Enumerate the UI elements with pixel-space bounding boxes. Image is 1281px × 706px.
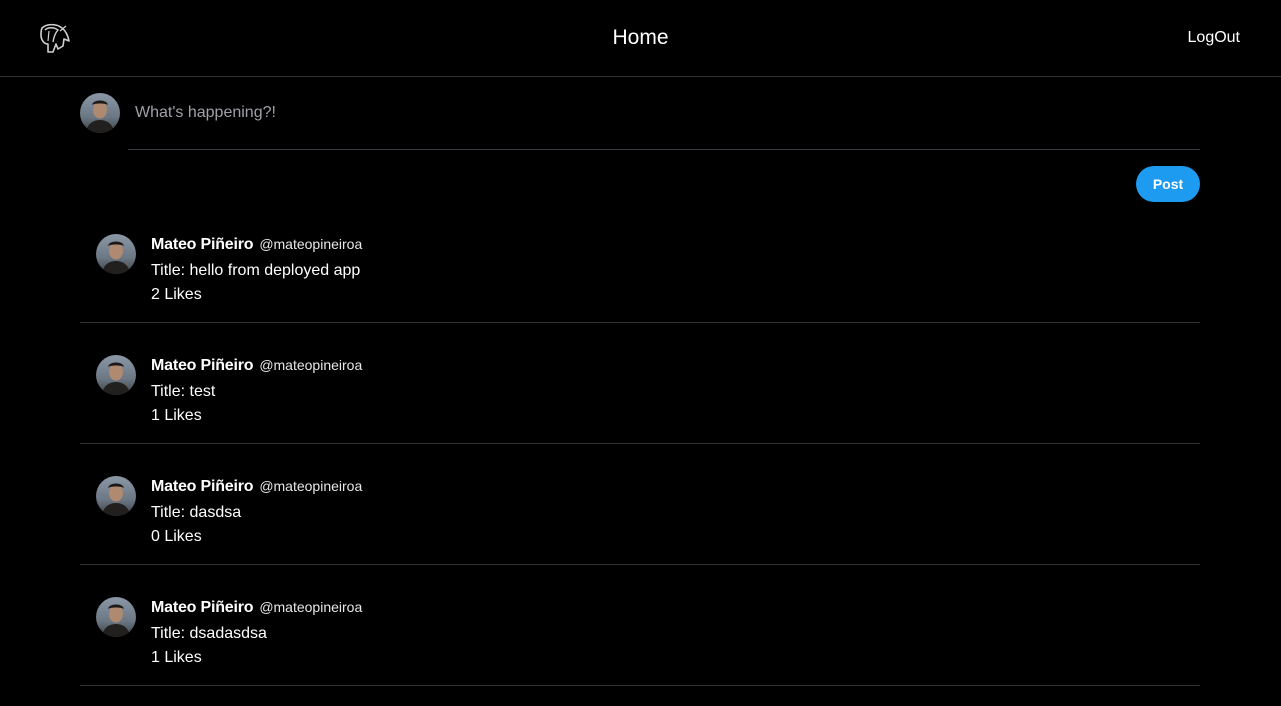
post-header: Mateo Piñeiro @mateopineiroa [151,599,362,617]
avatar[interactable] [96,234,136,274]
post-header: Mateo Piñeiro @mateopineiroa [151,236,362,254]
avatar[interactable] [80,93,120,133]
author-name[interactable]: Mateo Piñeiro [151,599,254,616]
logout-button[interactable]: LogOut [1188,28,1240,48]
post-title: Title: test [151,383,216,400]
likes-count[interactable]: 2 Likes [151,285,202,305]
avatar[interactable] [96,355,136,395]
likes-count[interactable]: 1 Likes [151,648,202,668]
post-title: Title: dsadasdsa [151,625,267,642]
post-title: Title: hello from deployed app [151,262,361,279]
likes-count[interactable]: 0 Likes [151,527,202,547]
post-input[interactable] [128,93,1200,150]
author-handle[interactable]: @mateopineiroa [259,236,362,252]
post-title: Title: dasdsa [151,504,242,521]
avatar[interactable] [96,597,136,637]
post-header: Mateo Piñeiro @mateopineiroa [151,478,362,496]
avatar[interactable] [96,476,136,516]
post-button[interactable]: Post [1136,166,1200,202]
author-name[interactable]: Mateo Piñeiro [151,357,254,374]
author-name[interactable]: Mateo Piñeiro [151,478,254,495]
post-item[interactable]: Mateo Piñeiro @mateopineiroa Title: dsada… [80,565,1200,686]
page-title: Home [612,26,669,49]
post-item[interactable]: Mateo Piñeiro @mateopineiroa Title: dasds… [80,444,1200,565]
author-name[interactable]: Mateo Piñeiro [151,236,254,253]
feed: Mateo Piñeiro @mateopineiroa Title: hello… [80,202,1200,686]
author-handle[interactable]: @mateopineiroa [259,599,362,615]
top-bar: Home LogOut [0,0,1281,77]
post-composer: Post [80,93,1200,213]
author-handle[interactable]: @mateopineiroa [259,478,362,494]
likes-count[interactable]: 1 Likes [151,406,202,426]
post-item[interactable]: Mateo Piñeiro @mateopineiroa Title: test … [80,323,1200,444]
author-handle[interactable]: @mateopineiroa [259,357,362,373]
post-item[interactable]: Mateo Piñeiro @mateopineiroa Title: hello… [80,202,1200,323]
post-header: Mateo Piñeiro @mateopineiroa [151,357,362,375]
